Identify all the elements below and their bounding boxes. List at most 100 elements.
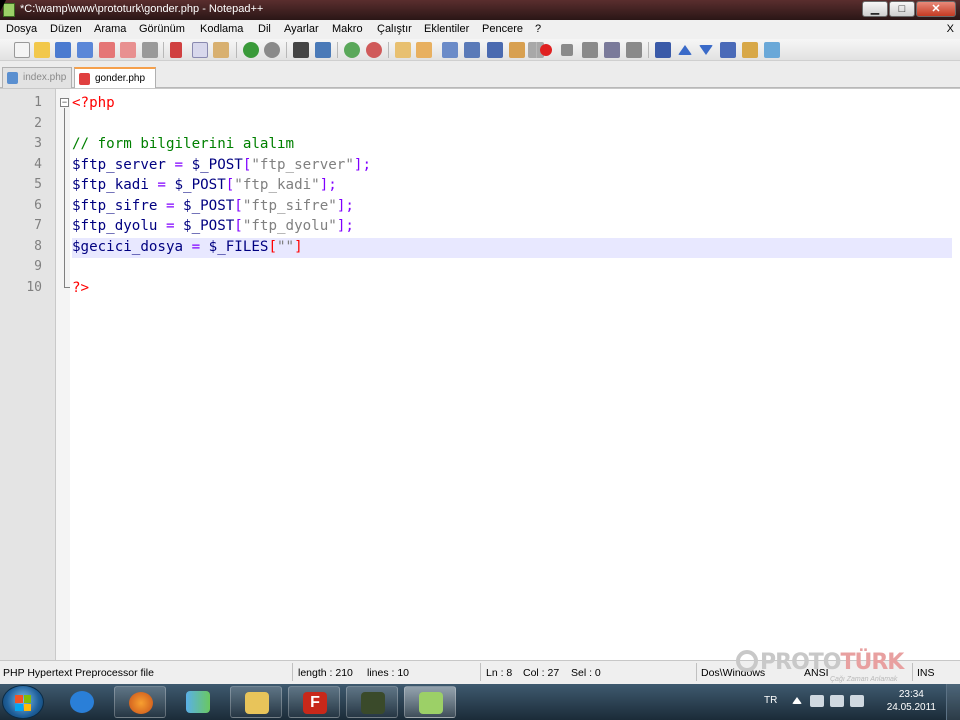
title-bar[interactable]: *C:\wamp\www\prototurk\gonder.php - Note… — [0, 0, 960, 20]
line-number: 6 — [34, 198, 42, 213]
up-icon[interactable] — [678, 45, 692, 55]
menu-dil[interactable]: Dil — [258, 23, 271, 35]
paste-icon[interactable] — [213, 42, 229, 58]
doc-lines: lines : 10 — [367, 667, 410, 679]
menu-dosya[interactable]: Dosya — [6, 23, 37, 35]
operator: = — [148, 177, 175, 193]
taskbar-ie[interactable] — [56, 686, 108, 718]
tab-index-php[interactable]: index.php — [2, 67, 72, 88]
tab-gonder-php[interactable]: gonder.php — [74, 67, 156, 88]
show-hidden-icons-icon[interactable] — [792, 697, 802, 704]
close-all-icon[interactable] — [120, 42, 136, 58]
close-icon[interactable] — [99, 42, 115, 58]
bookmark-icon[interactable] — [720, 42, 736, 58]
start-button[interactable] — [2, 685, 44, 719]
redo-icon[interactable] — [264, 42, 280, 58]
taskbar-filezilla[interactable]: F — [288, 686, 340, 718]
menu-arama[interactable]: Arama — [94, 23, 126, 35]
menu-help[interactable]: ? — [535, 23, 541, 35]
menu-kodlama[interactable]: Kodlama — [200, 23, 243, 35]
word-wrap-icon[interactable] — [442, 42, 458, 58]
copy-icon[interactable] — [192, 42, 208, 58]
macro-play-icon[interactable] — [582, 42, 598, 58]
superglobal: $_POST — [183, 198, 235, 214]
php-close-tag: ?> — [72, 280, 90, 296]
print-icon[interactable] — [142, 42, 158, 58]
macro-play-multi-icon[interactable] — [604, 42, 620, 58]
find-icon[interactable] — [293, 42, 309, 58]
undo-icon[interactable] — [243, 42, 259, 58]
show-desktop-button[interactable] — [946, 684, 960, 720]
taskbar-messenger[interactable] — [172, 686, 224, 718]
firefox-icon — [129, 692, 153, 714]
new-file-icon[interactable] — [14, 42, 30, 58]
doc-map-icon[interactable] — [509, 42, 525, 58]
comment: // form bilgilerini alalım — [72, 136, 295, 152]
menu-eklentiler[interactable]: Eklentiler — [424, 23, 469, 35]
fold-line — [64, 108, 65, 288]
fold-toggle-icon[interactable]: − — [60, 98, 69, 107]
taskbar: F TR 23:34 24.05.2011 — [0, 684, 960, 720]
code-line-10: ?> — [72, 278, 89, 298]
code-line-1: <?php — [72, 93, 115, 113]
clock[interactable]: 23:34 24.05.2011 — [887, 688, 936, 714]
indent-guide-icon[interactable] — [487, 42, 503, 58]
cursor-col: Col : 27 — [523, 667, 560, 679]
taskbar-firefox[interactable] — [114, 686, 166, 718]
language-indicator[interactable]: TR — [764, 695, 777, 706]
fold-margin — [56, 89, 70, 660]
notepadpp-window: *C:\wamp\www\prototurk\gonder.php - Note… — [0, 0, 960, 720]
menu-makro[interactable]: Makro — [332, 23, 363, 35]
network-icon[interactable] — [830, 695, 844, 707]
zoom-out-icon[interactable] — [366, 42, 382, 58]
save-icon[interactable] — [55, 42, 71, 58]
close-document-button[interactable]: X — [947, 23, 954, 35]
sync-v-icon[interactable] — [395, 42, 411, 58]
macro-record-icon[interactable] — [540, 44, 552, 56]
taskbar-notepadpp[interactable] — [404, 686, 456, 718]
plugin-icon[interactable] — [742, 42, 758, 58]
code-line-3: // form bilgilerini alalım — [72, 134, 294, 154]
replace-icon[interactable] — [315, 42, 331, 58]
macro-save-icon[interactable] — [626, 42, 642, 58]
close-button[interactable]: ✕ — [916, 1, 956, 17]
toolbar-separator — [648, 42, 649, 58]
superglobal: $_POST — [174, 177, 226, 193]
show-all-chars-icon[interactable] — [464, 42, 480, 58]
system-tray: TR 23:34 24.05.2011 — [750, 684, 960, 720]
zoom-in-icon[interactable] — [344, 42, 360, 58]
cut-icon[interactable] — [170, 42, 182, 58]
gear-logo-icon — [736, 650, 758, 672]
taskbar-wamp[interactable] — [346, 686, 398, 718]
menu-gorunum[interactable]: Görünüm — [139, 23, 185, 35]
action-center-icon[interactable] — [810, 695, 824, 707]
line-number: 7 — [34, 218, 42, 233]
semicolon: ; — [328, 177, 337, 193]
open-file-icon[interactable] — [34, 42, 50, 58]
sync-h-icon[interactable] — [416, 42, 432, 58]
bracket: [ — [234, 218, 243, 234]
code-line-6: $ftp_sifre = $_POST["ftp_sifre"]; — [72, 196, 354, 216]
taskbar-explorer[interactable] — [230, 686, 282, 718]
menu-duzen[interactable]: Düzen — [50, 23, 82, 35]
macro-stop-icon[interactable] — [561, 44, 573, 56]
menu-calistir[interactable]: Çalıştır — [377, 23, 412, 35]
save-all-icon[interactable] — [77, 42, 93, 58]
line-number: 10 — [26, 280, 42, 295]
code-editor[interactable]: 1 2 3 4 5 6 7 8 9 10 − <?php // form bil… — [0, 88, 960, 660]
tab-bar: index.php gonder.php — [0, 61, 960, 88]
variable: $ftp_kadi — [72, 177, 149, 193]
collapse-icon[interactable] — [655, 42, 671, 58]
insert-mode: INS — [917, 667, 935, 679]
spellcheck-icon[interactable] — [764, 42, 780, 58]
brand-tagline: Çağı Zaman Anlamak — [830, 676, 898, 683]
tab-label: gonder.php — [95, 73, 146, 84]
menu-bar: Dosya Düzen Arama Görünüm Kodlama Dil Ay… — [0, 20, 960, 39]
minimize-button[interactable]: ▁ — [862, 1, 888, 17]
menu-pencere[interactable]: Pencere — [482, 23, 523, 35]
maximize-button[interactable]: □ — [889, 1, 915, 17]
volume-icon[interactable] — [850, 695, 864, 707]
bracket: [ — [225, 177, 235, 193]
menu-ayarlar[interactable]: Ayarlar — [284, 23, 319, 35]
down-icon[interactable] — [699, 45, 713, 55]
